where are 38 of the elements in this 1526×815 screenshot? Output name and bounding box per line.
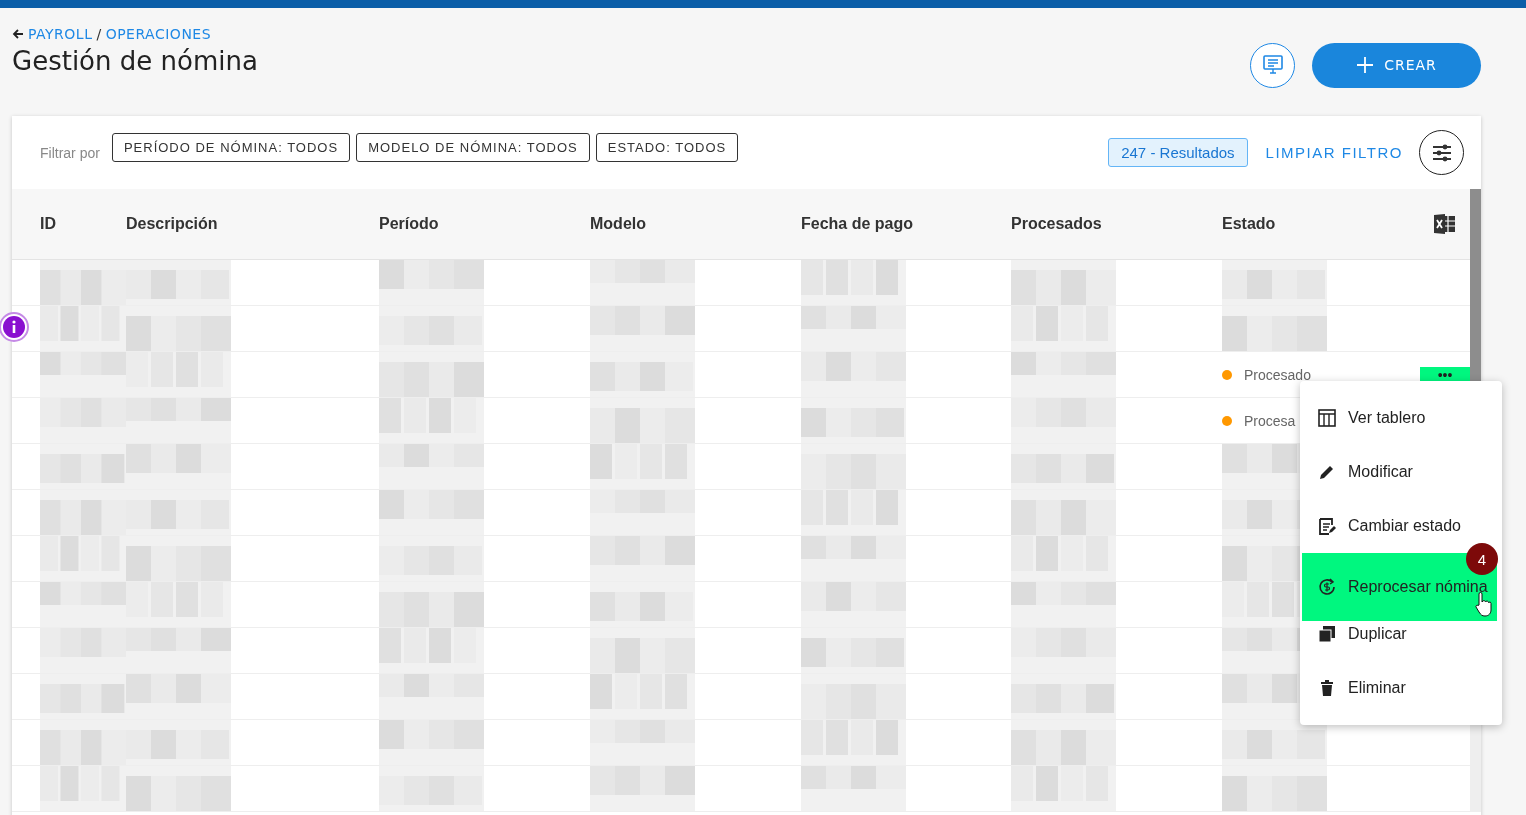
filter-settings-button[interactable]	[1419, 130, 1464, 175]
results-badge: 247 - Resultados	[1108, 138, 1248, 167]
column-header: ID	[40, 215, 57, 233]
back-arrow-icon[interactable]	[12, 28, 24, 40]
step-badge: 4	[1466, 543, 1498, 575]
monitor-icon	[1261, 55, 1284, 75]
info-icon[interactable]	[0, 312, 29, 342]
sliders-icon	[1430, 142, 1453, 163]
column-header: Descripción	[126, 215, 219, 233]
status-text: Procesado	[1244, 366, 1311, 383]
menu-item[interactable]: Ver tablero	[1300, 391, 1502, 445]
duplicate-icon	[1318, 625, 1336, 643]
filter-chip[interactable]: ESTADO: TODOS	[595, 132, 739, 162]
pencil-icon	[1318, 463, 1336, 481]
page-title: Gestión de nómina	[12, 46, 258, 76]
row-actions-button[interactable]: •••	[1420, 366, 1470, 383]
trash-icon	[1318, 679, 1336, 697]
dollar-refresh-icon	[1318, 578, 1336, 596]
filter-label: Filtrar por	[40, 144, 100, 161]
menu-item[interactable]: Modificar	[1300, 445, 1502, 499]
board-icon	[1318, 409, 1336, 427]
plus-icon	[1356, 56, 1375, 74]
monitor-button[interactable]	[1250, 42, 1295, 88]
column-header: Período	[379, 215, 440, 233]
excel-export-icon[interactable]	[1433, 214, 1457, 234]
document-edit-icon	[1318, 517, 1336, 535]
filter-chip[interactable]: MODELO DE NÓMINA: TODOS	[356, 132, 590, 162]
column-header: Procesados	[1011, 215, 1103, 233]
status-text: Procesa	[1244, 412, 1296, 429]
menu-item[interactable]: Eliminar	[1300, 661, 1502, 715]
breadcrumb-separator: /	[96, 26, 102, 42]
column-header: Modelo	[590, 215, 647, 233]
column-header: Fecha de pago	[801, 215, 915, 233]
hand-cursor-icon	[1474, 591, 1492, 617]
clear-filter-link[interactable]: LIMPIAR FILTRO	[1265, 144, 1403, 161]
filter-chip[interactable]: PERÍODO DE NÓMINA: TODOS	[111, 132, 351, 162]
create-button[interactable]: CREAR	[1312, 42, 1481, 88]
column-header: Estado	[1222, 215, 1277, 233]
